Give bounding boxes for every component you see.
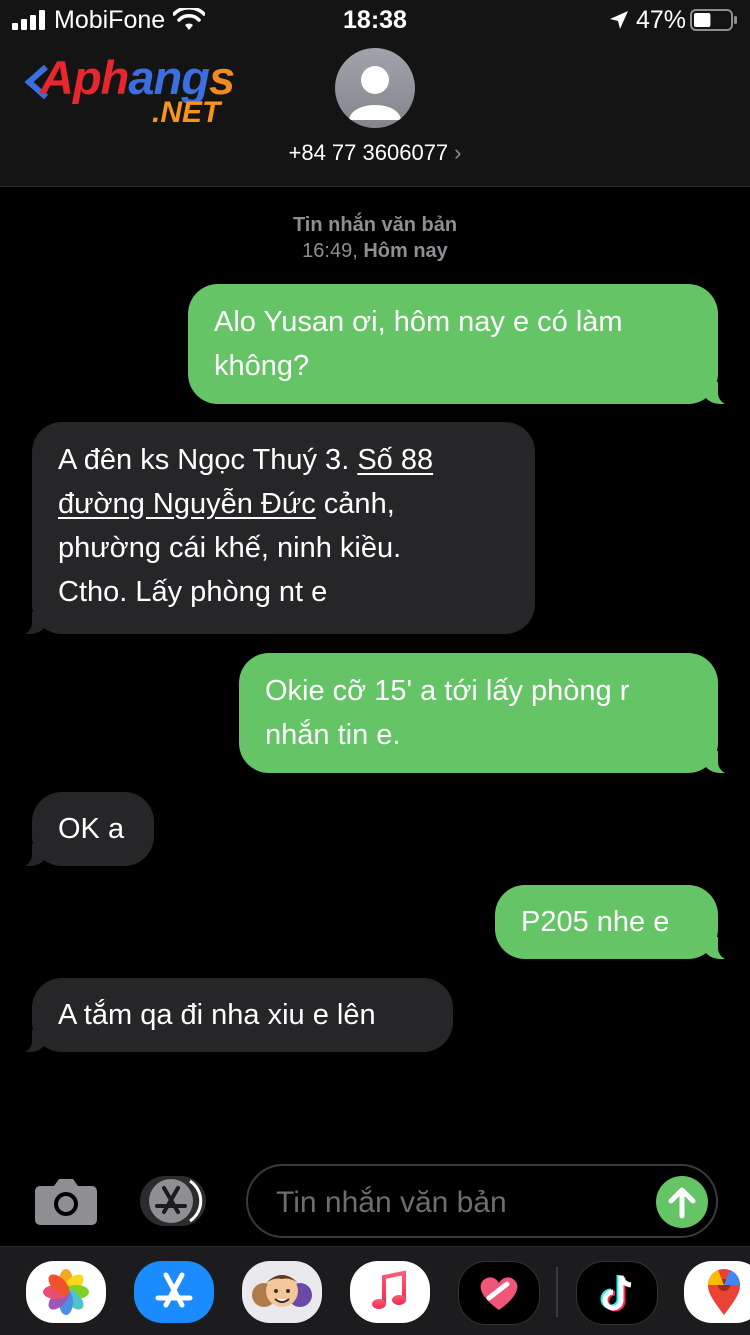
message-line: Alo Yusan ơi, hôm nay e có làm bbox=[214, 306, 623, 338]
message-line: nhắn tin e. bbox=[265, 719, 401, 751]
memoji-app-icon[interactable] bbox=[242, 1261, 322, 1323]
message-line: Okie cỡ 15' a tới lấy phòng r bbox=[265, 675, 630, 707]
battery-percentage: 47% bbox=[636, 6, 687, 34]
message-bubble-outgoing[interactable]: Alo Yusan ơi, hôm nay e có làm không? bbox=[188, 284, 738, 405]
memoji-faces-icon bbox=[252, 1275, 312, 1307]
message-bubble-incoming[interactable]: A tắm qa đi nha xiu e lên bbox=[12, 978, 453, 1053]
send-arrow-icon bbox=[668, 1187, 696, 1219]
contact-name-row[interactable]: +84 77 3606077 › bbox=[0, 140, 750, 166]
message-bubble-outgoing[interactable]: Okie cỡ 15' a tới lấy phòng r nhắn tin e… bbox=[239, 653, 738, 774]
app-store-icon bbox=[149, 1179, 203, 1223]
message-line: đường Nguyễn Đức cảnh, bbox=[58, 482, 509, 526]
timestamp-day: Hôm nay bbox=[363, 240, 448, 262]
chevron-right-icon: › bbox=[454, 140, 462, 165]
address-link[interactable]: Số 88 bbox=[357, 444, 433, 476]
message-line: A tắm qa đi nha xiu e lên bbox=[58, 999, 376, 1031]
digital-touch-app-icon[interactable] bbox=[458, 1261, 540, 1325]
photos-app-icon[interactable] bbox=[26, 1261, 106, 1323]
app-store-a-icon bbox=[155, 1272, 193, 1308]
contact-avatar[interactable] bbox=[335, 48, 415, 128]
message-bubble-incoming[interactable]: OK a bbox=[12, 792, 154, 867]
app-store-app-icon[interactable] bbox=[134, 1261, 214, 1323]
imessage-app-drawer bbox=[0, 1246, 750, 1335]
message-line: OK a bbox=[58, 813, 125, 845]
message-bubble-incoming[interactable]: A đên ks Ngọc Thuý 3. Số 88 đường Nguyễn… bbox=[12, 422, 535, 635]
map-pin-icon bbox=[707, 1269, 741, 1315]
message-compose-field[interactable] bbox=[246, 1164, 718, 1238]
tiktok-app-icon[interactable] bbox=[576, 1261, 658, 1325]
battery-icon bbox=[690, 9, 737, 31]
address-link[interactable]: đường Nguyễn Đức bbox=[58, 488, 316, 520]
tiktok-note-icon bbox=[600, 1275, 632, 1312]
message-line: không? bbox=[214, 350, 310, 382]
heart-icon bbox=[480, 1277, 518, 1310]
person-silhouette-icon bbox=[349, 66, 401, 120]
location-arrow-icon bbox=[610, 11, 628, 29]
conversation-timestamp: 16:49, Hôm nay bbox=[0, 240, 750, 263]
aphangs-logo: Aphangs .NET bbox=[24, 50, 274, 130]
camera-icon[interactable] bbox=[34, 1176, 98, 1226]
logo-suffix: .NET bbox=[152, 96, 221, 129]
music-note-icon bbox=[372, 1270, 406, 1309]
send-button[interactable] bbox=[656, 1176, 708, 1228]
music-app-icon[interactable] bbox=[350, 1261, 430, 1323]
message-text: cảnh, bbox=[315, 488, 395, 520]
status-bar: MobiFone 18:38 47% bbox=[0, 0, 750, 40]
message-type-label: Tin nhắn văn bản bbox=[292, 214, 458, 236]
timestamp-time: 16:49, bbox=[302, 240, 358, 262]
conversation-header: MobiFone 18:38 47% Aphangs .NET +84 77 3 bbox=[0, 0, 750, 187]
photos-flower-icon bbox=[43, 1269, 89, 1315]
message-text: A đên ks Ngọc Thuý 3. bbox=[58, 444, 358, 476]
message-bubble-outgoing[interactable]: P205 nhe e bbox=[495, 885, 738, 960]
app-store-button[interactable] bbox=[140, 1176, 206, 1226]
message-line: P205 nhe e bbox=[521, 906, 670, 938]
message-line: Ctho. Lấy phòng nt e bbox=[58, 576, 328, 608]
message-input[interactable] bbox=[274, 1182, 648, 1224]
message-line: A đên ks Ngọc Thuý 3. Số 88 bbox=[58, 438, 509, 482]
google-maps-app-icon[interactable] bbox=[684, 1261, 750, 1323]
contact-phone: +84 77 3606077 bbox=[288, 140, 449, 165]
app-drawer-separator bbox=[556, 1267, 558, 1317]
message-line: phường cái khế, ninh kiều. bbox=[58, 532, 402, 564]
